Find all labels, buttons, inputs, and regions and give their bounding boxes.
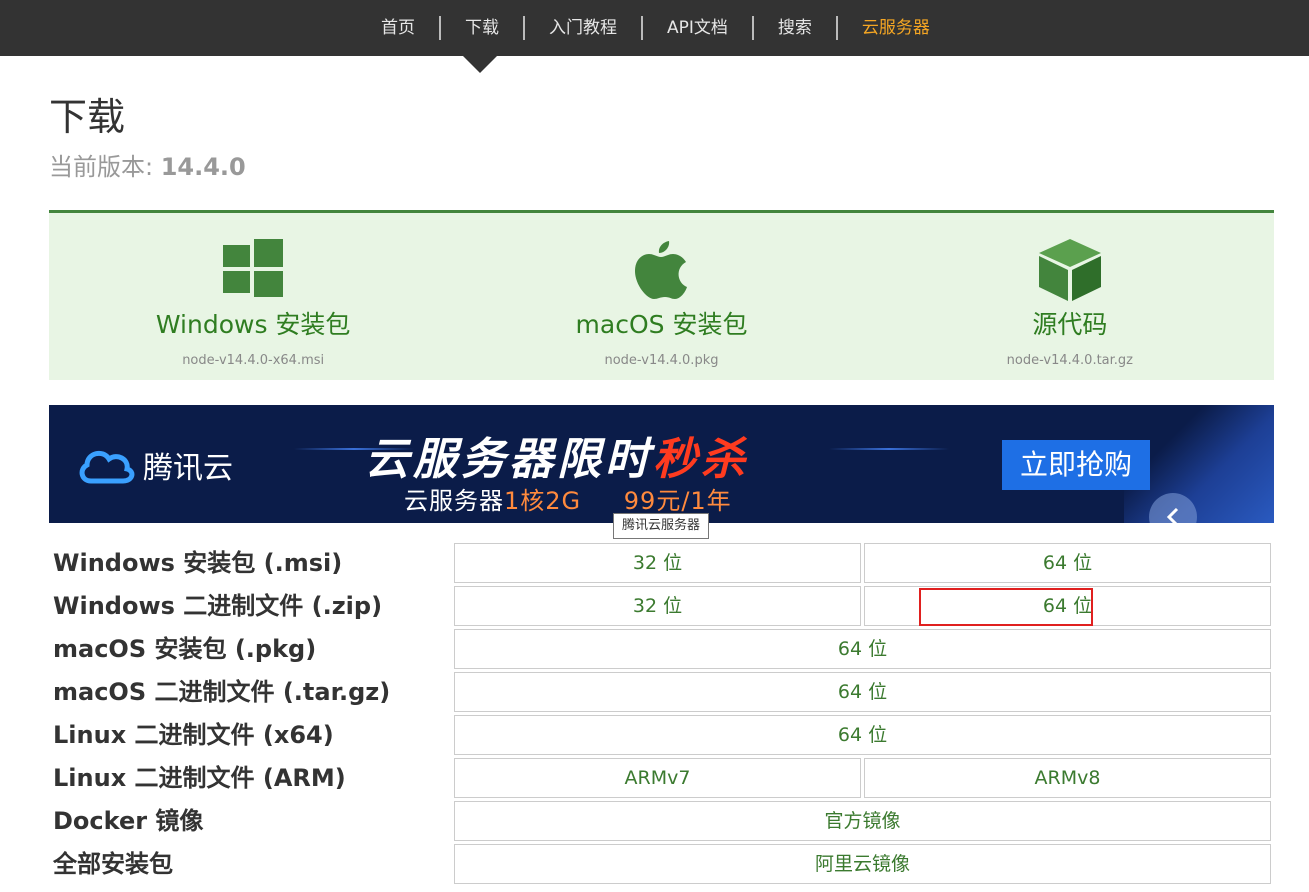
banner-prev-arrow[interactable] [1149, 493, 1197, 523]
windows-icon [223, 239, 284, 301]
active-nav-indicator [463, 56, 497, 73]
download-macos-installer[interactable]: macOS 安装包 node-v14.4.0.pkg [457, 213, 865, 380]
version-number: 14.4.0 [160, 153, 246, 181]
row-label: Windows 安装包 (.msi) [53, 549, 343, 577]
tencent-cloud-logo: 腾讯云 [77, 443, 233, 487]
top-nav-bar: 首页 下载 入门教程 API文档 搜索 云服务器 [0, 0, 1309, 56]
nav-item-home[interactable]: 首页 [357, 0, 439, 56]
table-row: Windows 安装包 (.msi) 32 位 64 位 [49, 543, 1274, 583]
nav-item-search[interactable]: 搜索 [754, 0, 836, 56]
download-label: 源代码 [1032, 310, 1108, 339]
nav-item-cloud-server[interactable]: 云服务器 [838, 0, 954, 56]
table-row: Linux 二进制文件 (x64) 64 位 [49, 715, 1274, 755]
download-link-armv7[interactable]: ARMv7 [454, 758, 861, 798]
docker-official-image-link[interactable]: 官方镜像 [454, 801, 1271, 841]
page-title: 下载 [49, 95, 126, 139]
banner-tooltip: 腾讯云服务器 [613, 513, 710, 539]
buy-now-button[interactable]: 立即抢购 [1002, 440, 1150, 490]
row-label: Windows 二进制文件 (.zip) [53, 592, 383, 620]
cloud-icon [79, 450, 135, 484]
banner-sub-pre: 云服务器 [404, 487, 504, 515]
row-label: Linux 二进制文件 (ARM) [53, 764, 346, 792]
download-label: Windows 安装包 [155, 310, 351, 339]
download-link-64bit[interactable]: 64 位 [454, 672, 1271, 712]
download-filename: node-v14.4.0-x64.msi [182, 353, 325, 368]
apple-icon [635, 239, 688, 303]
download-label: macOS 安装包 [575, 310, 748, 339]
download-link-32bit[interactable]: 32 位 [454, 586, 861, 626]
download-windows-installer[interactable]: Windows 安装包 node-v14.4.0-x64.msi [49, 213, 457, 380]
download-source-code[interactable]: 源代码 node-v14.4.0.tar.gz [866, 213, 1274, 380]
table-row: 全部安装包 阿里云镜像 [49, 844, 1274, 884]
download-filename: node-v14.4.0.tar.gz [1006, 353, 1134, 368]
banner-divider-line [829, 448, 949, 450]
table-row: macOS 二进制文件 (.tar.gz) 64 位 [49, 672, 1274, 712]
download-link-32bit[interactable]: 32 位 [454, 543, 861, 583]
download-link-64bit[interactable]: 64 位 [864, 586, 1271, 626]
aliyun-mirror-link[interactable]: 阿里云镜像 [454, 844, 1271, 884]
package-icon [1038, 239, 1101, 305]
banner-headline: 云服务器限时秒杀 [365, 423, 749, 487]
current-version: 当前版本: 14.4.0 [49, 151, 246, 183]
row-label: 全部安装包 [53, 850, 173, 878]
banner-sub-price: 99元/1年 [623, 487, 732, 515]
main-nav: 首页 下载 入门教程 API文档 搜索 云服务器 [357, 0, 954, 56]
nav-item-download[interactable]: 下载 [441, 0, 523, 56]
banner-headline-main: 云服务器限时 [365, 434, 653, 485]
banner-brand: 腾讯云 [143, 451, 233, 486]
banner-subtitle: 云服务器1核2G 99元/1年 [404, 481, 732, 516]
download-link-64bit[interactable]: 64 位 [454, 629, 1271, 669]
row-label: Docker 镜像 [53, 807, 204, 835]
table-row: macOS 安装包 (.pkg) 64 位 [49, 629, 1274, 669]
table-row: Linux 二进制文件 (ARM) ARMv7 ARMv8 [49, 758, 1274, 798]
row-label: macOS 安装包 (.pkg) [53, 635, 317, 663]
promo-banner[interactable]: 腾讯云 云服务器限时秒杀 云服务器1核2G 99元/1年 立即抢购 [49, 405, 1274, 523]
download-link-armv8[interactable]: ARMv8 [864, 758, 1271, 798]
download-link-64bit[interactable]: 64 位 [454, 715, 1271, 755]
table-row: Docker 镜像 官方镜像 [49, 801, 1274, 841]
download-link-64bit[interactable]: 64 位 [864, 543, 1271, 583]
row-label: Linux 二进制文件 (x64) [53, 721, 334, 749]
nav-item-api-docs[interactable]: API文档 [643, 0, 752, 56]
chevron-left-icon [1166, 507, 1179, 523]
nav-item-tutorial[interactable]: 入门教程 [525, 0, 641, 56]
banner-sub-spec: 1核2G [504, 487, 582, 515]
download-panel: Windows 安装包 node-v14.4.0-x64.msi macOS 安… [49, 210, 1274, 380]
version-label: 当前版本: [49, 153, 161, 181]
table-row: Windows 二进制文件 (.zip) 32 位 64 位 [49, 586, 1274, 626]
row-label: macOS 二进制文件 (.tar.gz) [53, 678, 391, 706]
download-filename: node-v14.4.0.pkg [604, 353, 719, 368]
banner-headline-hot: 秒杀 [653, 434, 749, 485]
